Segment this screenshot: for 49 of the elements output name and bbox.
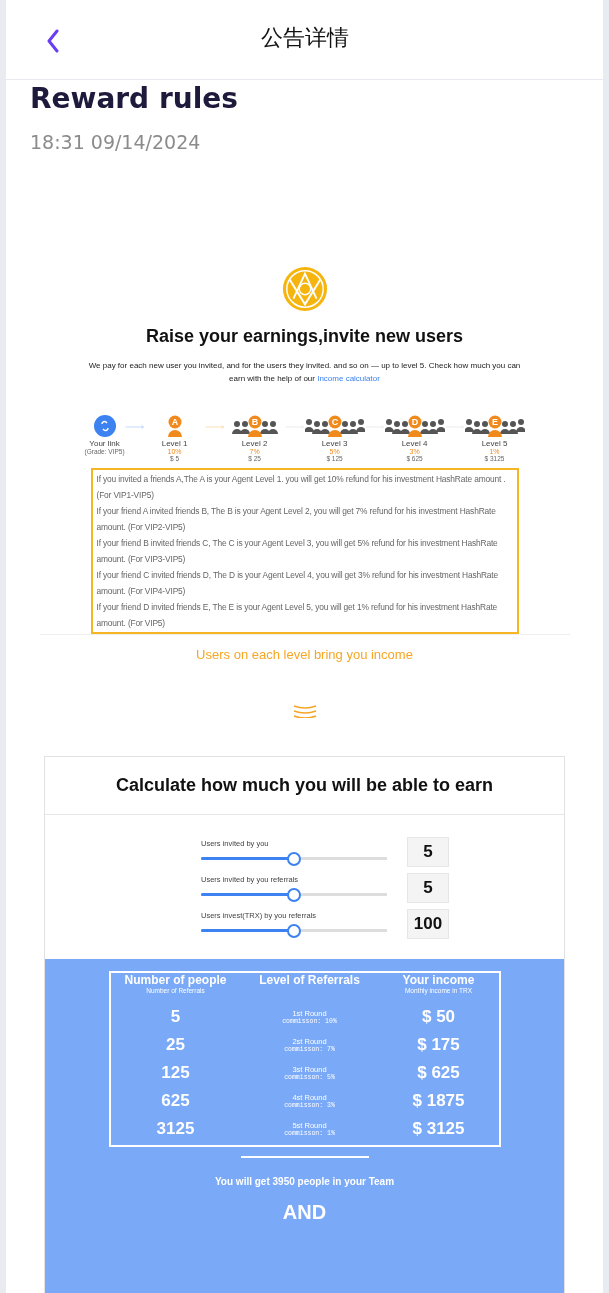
slider-thumb[interactable]: [287, 887, 301, 902]
people-count: 625: [161, 1091, 190, 1111]
arrow-icon: [284, 423, 305, 431]
rule-text: If your friend C invited friends D, The D is your Agent Level 4, you will get 3% refund for his investment HashRate amount. (For VIP4-VIP5): [96, 569, 500, 598]
team-note: You will get 3950 people in your Team: [214, 1176, 395, 1187]
people-count: 25: [166, 1035, 185, 1055]
column-header: Number of people: [124, 973, 227, 987]
income-value: $ 625: [417, 1063, 460, 1083]
coin-emblem-icon: [281, 266, 328, 312]
invite-heading: Raise your earnings,invite new users: [145, 326, 464, 347]
value-field[interactable]: 5: [407, 873, 449, 903]
arrow-icon: [124, 423, 145, 431]
page-title: 公告详情: [260, 24, 349, 52]
and-label: AND: [282, 1201, 327, 1224]
value-field[interactable]: 5: [407, 837, 449, 867]
arrow-icon: [364, 423, 385, 431]
income-value: $ 1875: [412, 1091, 465, 1111]
article-title: Reward rules: [30, 82, 239, 115]
level-label: Level 3: [321, 439, 348, 448]
calculator-title: Calculate how much you will be able to earn: [45, 757, 564, 815]
slider-thumb[interactable]: [287, 851, 301, 866]
invite-intro: We pay for each new user you invited, and for the users they invited. and so on — up to level 5. Check how much you can earn with the help of our Income calculator: [87, 360, 522, 385]
column-header: Your income: [402, 973, 475, 987]
people-count: 125: [161, 1063, 190, 1083]
slider-thumb[interactable]: [287, 923, 301, 938]
people-count: 3125: [156, 1119, 195, 1139]
back-icon[interactable]: [46, 29, 60, 53]
income-value: $ 175: [417, 1035, 460, 1055]
rule-text: If you invited a friends A,The A is your Agent Level 1. you will get 10% refund for his investment HashRate amount . (For VIP1-VIP5): [96, 473, 507, 502]
level-label: Level 4: [401, 439, 428, 448]
rule-text: If your friend A invited friends B, The B is your Agent Level 2, you will get 7% refund for his investment HashRate amount. (For VIP2-VIP5): [96, 505, 497, 534]
column-header: Level of Referrals: [259, 973, 360, 987]
income-value: $ 50: [421, 1007, 456, 1027]
link-icon: [93, 415, 116, 437]
rule-text: If your friend B invited friends C, The C is your Agent Level 3, you will get 5% refund for his investment HashRate amount. (For VIP3-VIP5): [96, 537, 499, 566]
arrow-icon: [204, 423, 225, 431]
rule-text: If your friend D invited friends E, The E is your Agent Level 5, you will get 1% refund for his investment HashRate amount. (For VIP5): [96, 601, 499, 630]
value-field[interactable]: 100: [407, 909, 449, 939]
income-value: $ 3125: [412, 1119, 465, 1139]
people-count: 5: [170, 1007, 181, 1027]
income-note: Users on each level bring you income: [196, 647, 413, 662]
level-label: Your link: [89, 439, 120, 448]
level-label: Level 1: [161, 439, 188, 448]
chevrons-down-icon: [292, 704, 317, 718]
income-calculator-link[interactable]: Income calculator: [317, 374, 380, 383]
level-label: Level 2: [241, 439, 268, 448]
arrow-icon: [444, 423, 465, 431]
level-label: Level 5: [481, 439, 508, 448]
article-date: 18:31 09/14/2024: [30, 131, 202, 153]
